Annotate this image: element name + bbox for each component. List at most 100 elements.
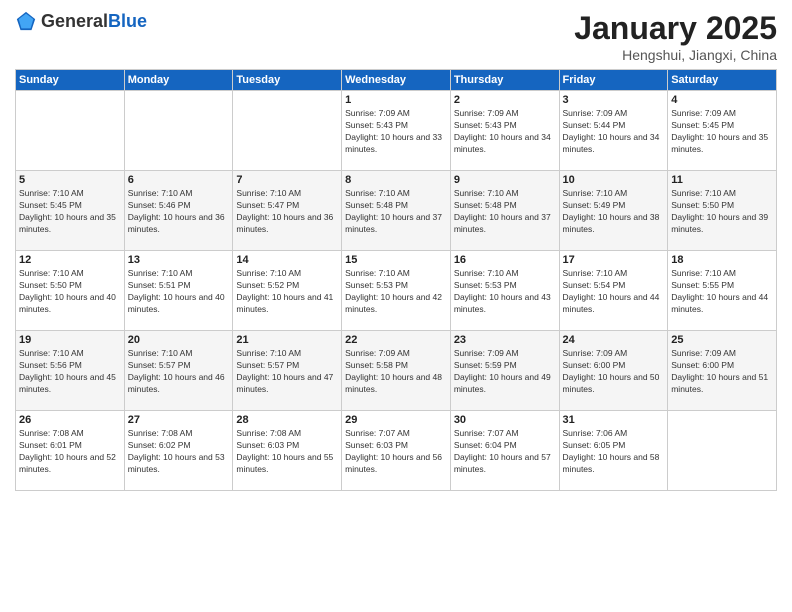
logo-icon (15, 10, 37, 32)
day-number: 1 (345, 94, 447, 106)
title-block: January 2025 Hengshui, Jiangxi, China (574, 10, 777, 63)
day-number: 23 (454, 334, 556, 346)
calendar-table: SundayMondayTuesdayWednesdayThursdayFrid… (15, 69, 777, 491)
day-info: Sunrise: 7:10 AM Sunset: 5:46 PM Dayligh… (128, 188, 230, 236)
day-number: 20 (128, 334, 230, 346)
day-number: 6 (128, 174, 230, 186)
calendar-cell: 19Sunrise: 7:10 AM Sunset: 5:56 PM Dayli… (16, 331, 125, 411)
day-info: Sunrise: 7:10 AM Sunset: 5:53 PM Dayligh… (454, 268, 556, 316)
calendar-cell: 3 Sunrise: 7:09 AM Sunset: 5:44 PM Daylig… (559, 91, 668, 171)
weekday-header: Tuesday (233, 70, 342, 91)
calendar-cell: 24 Sunrise: 7:09 AM Sunset: 6:00 PM Dayli… (559, 331, 668, 411)
logo: GeneralBlue (15, 10, 147, 32)
calendar-week-row: 5 Sunrise: 7:10 AM Sunset: 5:45 PM Daylig… (16, 171, 777, 251)
calendar-cell: 20 Sunrise: 7:10 AM Sunset: 5:57 PM Dayli… (124, 331, 233, 411)
day-number: 3 (563, 94, 665, 106)
calendar-cell: 18 Sunrise: 7:10 AM Sunset: 5:55 PM Dayli… (668, 251, 777, 331)
day-number: 17 (563, 254, 665, 266)
day-info: Sunrise: 7:10 AM Sunset: 5:53 PM Dayligh… (345, 268, 447, 316)
day-number: 2 (454, 94, 556, 106)
day-number: 22 (345, 334, 447, 346)
day-number: 27 (128, 414, 230, 426)
calendar-cell: 22 Sunrise: 7:09 AM Sunset: 5:58 PM Dayli… (342, 331, 451, 411)
calendar-cell (668, 411, 777, 491)
day-info: Sunrise: 7:10 AM Sunset: 5:49 PM Dayligh… (563, 188, 665, 236)
day-number: 13 (128, 254, 230, 266)
day-number: 18 (671, 254, 773, 266)
day-info: Sunrise: 7:09 AM Sunset: 5:43 PM Dayligh… (454, 108, 556, 156)
day-info: Sunrise: 7:07 AM Sunset: 6:03 PM Dayligh… (345, 428, 447, 476)
calendar-cell: 16 Sunrise: 7:10 AM Sunset: 5:53 PM Dayli… (450, 251, 559, 331)
weekday-header: Friday (559, 70, 668, 91)
calendar-cell (124, 91, 233, 171)
day-info: Sunrise: 7:09 AM Sunset: 5:45 PM Dayligh… (671, 108, 773, 156)
day-number: 16 (454, 254, 556, 266)
day-info: Sunrise: 7:10 AM Sunset: 5:55 PM Dayligh… (671, 268, 773, 316)
calendar-cell: 11Sunrise: 7:10 AM Sunset: 5:50 PM Dayli… (668, 171, 777, 251)
day-info: Sunrise: 7:09 AM Sunset: 5:44 PM Dayligh… (563, 108, 665, 156)
day-number: 14 (236, 254, 338, 266)
calendar-cell: 31 Sunrise: 7:06 AM Sunset: 6:05 PM Dayli… (559, 411, 668, 491)
calendar-cell: 4Sunrise: 7:09 AM Sunset: 5:45 PM Daylig… (668, 91, 777, 171)
day-number: 26 (19, 414, 121, 426)
calendar-cell: 15 Sunrise: 7:10 AM Sunset: 5:53 PM Dayli… (342, 251, 451, 331)
day-number: 31 (563, 414, 665, 426)
calendar-cell (16, 91, 125, 171)
weekday-header: Monday (124, 70, 233, 91)
calendar-cell: 6 Sunrise: 7:10 AM Sunset: 5:46 PM Daylig… (124, 171, 233, 251)
day-info: Sunrise: 7:10 AM Sunset: 5:52 PM Dayligh… (236, 268, 338, 316)
day-number: 19 (19, 334, 121, 346)
day-number: 10 (563, 174, 665, 186)
calendar-cell: 1 Sunrise: 7:09 AM Sunset: 5:43 PM Daylig… (342, 91, 451, 171)
calendar-cell: 13Sunrise: 7:10 AM Sunset: 5:51 PM Dayli… (124, 251, 233, 331)
day-info: Sunrise: 7:09 AM Sunset: 5:59 PM Dayligh… (454, 348, 556, 396)
calendar-cell: 14 Sunrise: 7:10 AM Sunset: 5:52 PM Dayli… (233, 251, 342, 331)
day-info: Sunrise: 7:10 AM Sunset: 5:54 PM Dayligh… (563, 268, 665, 316)
day-info: Sunrise: 7:10 AM Sunset: 5:48 PM Dayligh… (345, 188, 447, 236)
day-info: Sunrise: 7:09 AM Sunset: 5:43 PM Dayligh… (345, 108, 447, 156)
calendar-cell: 27 Sunrise: 7:08 AM Sunset: 6:02 PM Dayli… (124, 411, 233, 491)
day-number: 29 (345, 414, 447, 426)
calendar-week-row: 19Sunrise: 7:10 AM Sunset: 5:56 PM Dayli… (16, 331, 777, 411)
calendar-week-row: 1 Sunrise: 7:09 AM Sunset: 5:43 PM Daylig… (16, 91, 777, 171)
calendar-cell: 9Sunrise: 7:10 AM Sunset: 5:48 PM Daylig… (450, 171, 559, 251)
day-info: Sunrise: 7:10 AM Sunset: 5:45 PM Dayligh… (19, 188, 121, 236)
day-info: Sunrise: 7:10 AM Sunset: 5:57 PM Dayligh… (236, 348, 338, 396)
day-info: Sunrise: 7:09 AM Sunset: 5:58 PM Dayligh… (345, 348, 447, 396)
page: GeneralBlue January 2025 Hengshui, Jiang… (0, 0, 792, 612)
day-info: Sunrise: 7:10 AM Sunset: 5:57 PM Dayligh… (128, 348, 230, 396)
day-number: 30 (454, 414, 556, 426)
logo-blue: Blue (108, 11, 147, 31)
day-info: Sunrise: 7:10 AM Sunset: 5:50 PM Dayligh… (671, 188, 773, 236)
day-number: 9 (454, 174, 556, 186)
calendar-title: January 2025 (574, 10, 777, 47)
day-number: 15 (345, 254, 447, 266)
day-number: 21 (236, 334, 338, 346)
calendar-cell: 7Sunrise: 7:10 AM Sunset: 5:47 PM Daylig… (233, 171, 342, 251)
weekday-header: Wednesday (342, 70, 451, 91)
day-info: Sunrise: 7:09 AM Sunset: 6:00 PM Dayligh… (671, 348, 773, 396)
day-number: 5 (19, 174, 121, 186)
day-info: Sunrise: 7:09 AM Sunset: 6:00 PM Dayligh… (563, 348, 665, 396)
header: GeneralBlue January 2025 Hengshui, Jiang… (15, 10, 777, 63)
weekday-header: Sunday (16, 70, 125, 91)
calendar-cell: 26 Sunrise: 7:08 AM Sunset: 6:01 PM Dayli… (16, 411, 125, 491)
calendar-cell: 12Sunrise: 7:10 AM Sunset: 5:50 PM Dayli… (16, 251, 125, 331)
calendar-cell: 17 Sunrise: 7:10 AM Sunset: 5:54 PM Dayli… (559, 251, 668, 331)
day-number: 24 (563, 334, 665, 346)
day-info: Sunrise: 7:08 AM Sunset: 6:02 PM Dayligh… (128, 428, 230, 476)
calendar-subtitle: Hengshui, Jiangxi, China (574, 47, 777, 63)
day-number: 28 (236, 414, 338, 426)
day-info: Sunrise: 7:10 AM Sunset: 5:47 PM Dayligh… (236, 188, 338, 236)
weekday-header-row: SundayMondayTuesdayWednesdayThursdayFrid… (16, 70, 777, 91)
day-info: Sunrise: 7:06 AM Sunset: 6:05 PM Dayligh… (563, 428, 665, 476)
day-info: Sunrise: 7:08 AM Sunset: 6:01 PM Dayligh… (19, 428, 121, 476)
calendar-cell: 5 Sunrise: 7:10 AM Sunset: 5:45 PM Daylig… (16, 171, 125, 251)
calendar-cell: 10 Sunrise: 7:10 AM Sunset: 5:49 PM Dayli… (559, 171, 668, 251)
calendar-cell: 30 Sunrise: 7:07 AM Sunset: 6:04 PM Dayli… (450, 411, 559, 491)
day-info: Sunrise: 7:07 AM Sunset: 6:04 PM Dayligh… (454, 428, 556, 476)
calendar-cell: 29 Sunrise: 7:07 AM Sunset: 6:03 PM Dayli… (342, 411, 451, 491)
day-info: Sunrise: 7:10 AM Sunset: 5:50 PM Dayligh… (19, 268, 121, 316)
day-info: Sunrise: 7:08 AM Sunset: 6:03 PM Dayligh… (236, 428, 338, 476)
calendar-cell: 28 Sunrise: 7:08 AM Sunset: 6:03 PM Dayli… (233, 411, 342, 491)
